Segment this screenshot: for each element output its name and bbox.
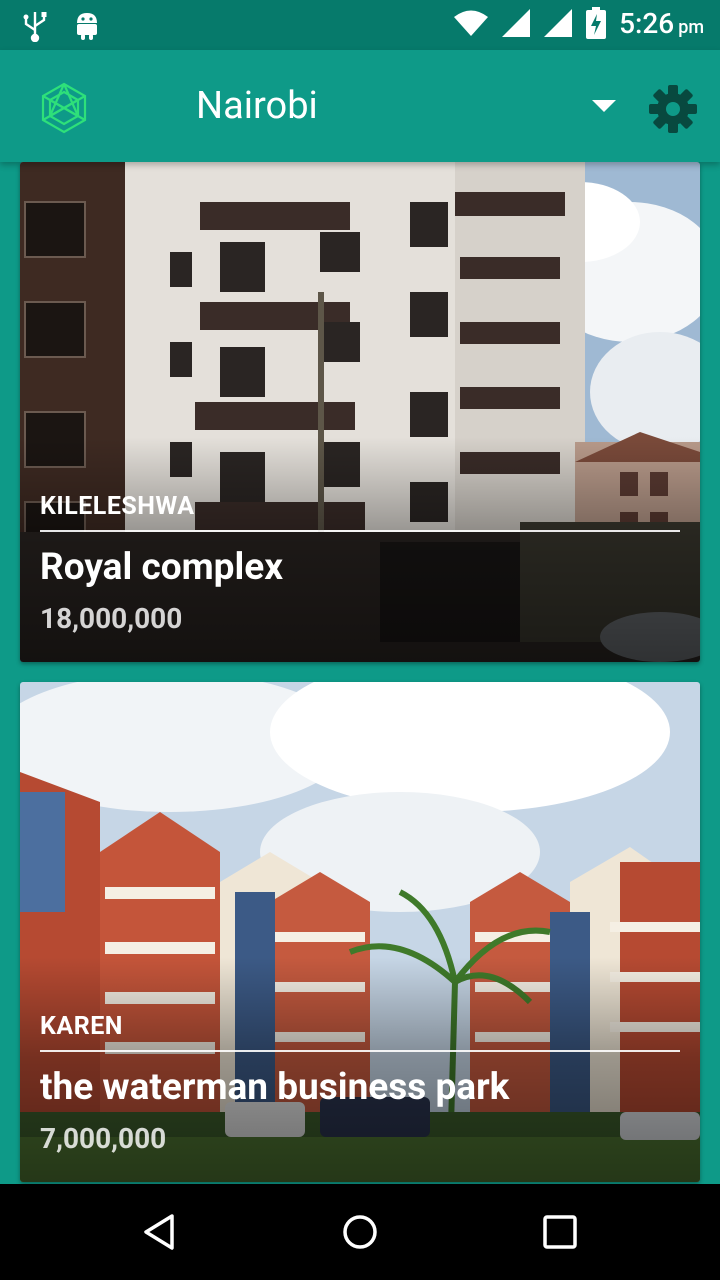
home-icon[interactable] [340,1212,380,1252]
usb-icon [23,12,47,42]
back-icon[interactable] [140,1212,180,1252]
listing-area: KILELESHWA [40,492,195,521]
app-bar: Nairobi [0,50,720,162]
listing-card[interactable]: KAREN the waterman business park 7,000,0… [20,682,700,1182]
listing-list[interactable]: KILELESHWA Royal complex 18,000,000 KARE… [0,162,720,1184]
listing-name: the waterman business park [40,1066,510,1109]
status-clock: 5:26 pm [619,6,704,40]
recents-icon[interactable] [540,1212,580,1252]
listing-name: Royal complex [40,546,284,589]
listing-card[interactable]: KILELESHWA Royal complex 18,000,000 [20,162,700,662]
divider [40,530,680,532]
status-bar: 5:26 pm [0,0,720,50]
wifi-icon [454,10,489,36]
divider [40,1050,680,1052]
android-icon [77,13,97,40]
triangle-down-icon[interactable] [590,96,618,116]
listing-price: 18,000,000 [40,602,183,635]
signal-icon [502,9,531,37]
listing-area: KAREN [40,1012,123,1041]
listing-price: 7,000,000 [40,1122,167,1155]
battery-charging-icon [586,7,607,39]
navigation-bar [0,1184,720,1280]
city-title[interactable]: Nairobi [196,84,318,128]
gear-icon[interactable] [646,82,700,136]
hexagon-logo-icon[interactable] [38,82,90,134]
signal-icon [544,9,573,37]
